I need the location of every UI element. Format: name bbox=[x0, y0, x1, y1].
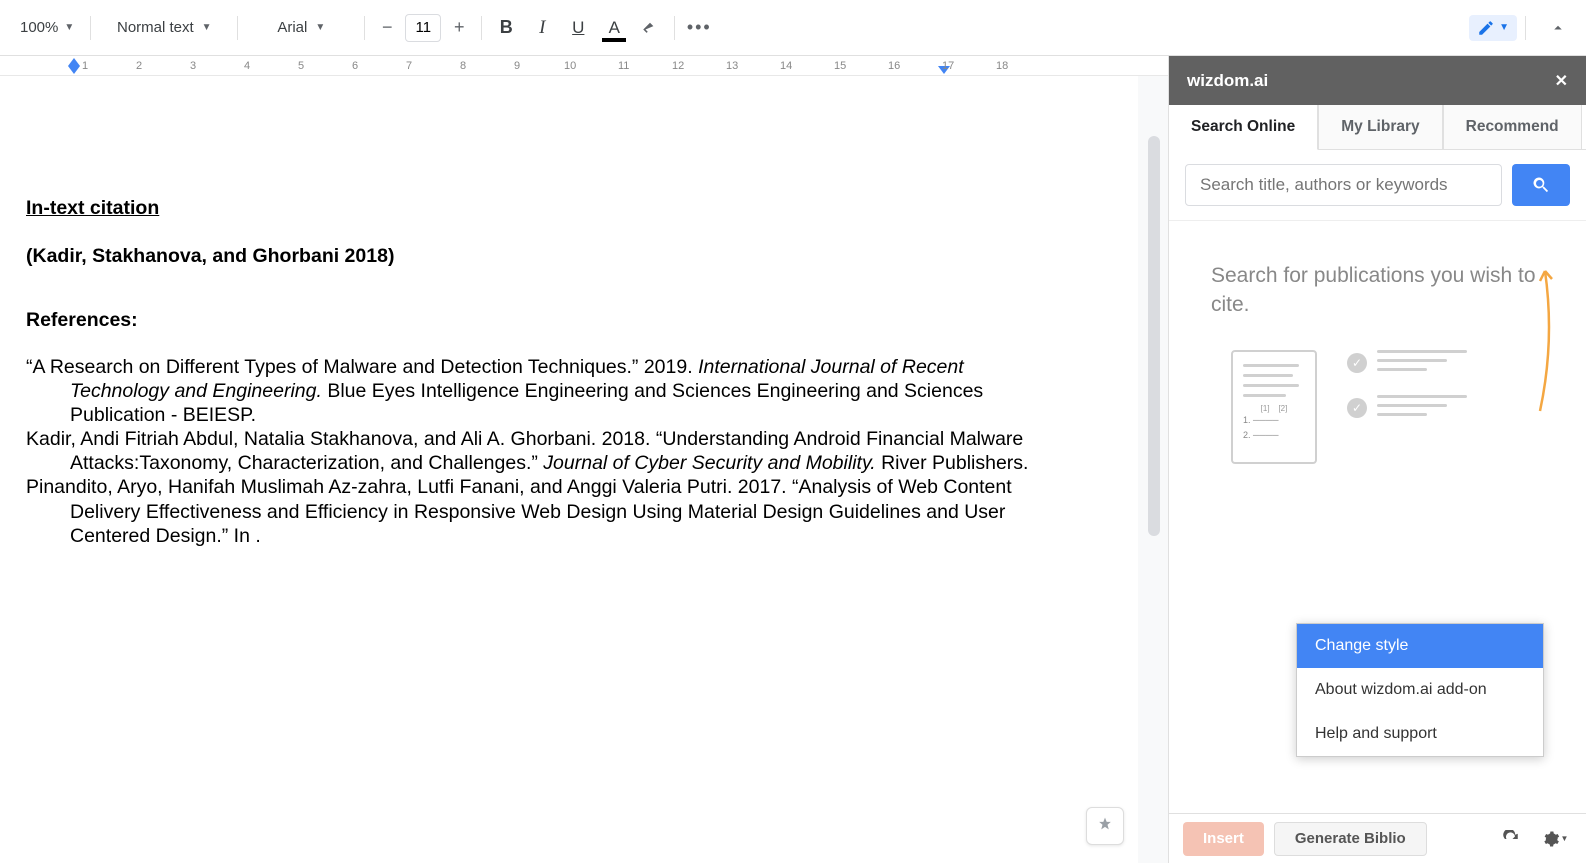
chevron-up-icon bbox=[1549, 19, 1567, 37]
font-value: Arial bbox=[277, 19, 307, 36]
font-dropdown[interactable]: Arial ▼ bbox=[246, 12, 356, 44]
hint-text: Search for publications you wish to cite… bbox=[1211, 261, 1556, 320]
explore-button[interactable] bbox=[1086, 807, 1124, 845]
ruler-num: 11 bbox=[618, 60, 629, 72]
search-icon bbox=[1531, 175, 1551, 195]
settings-button[interactable]: ▼ bbox=[1538, 822, 1572, 856]
highlighter-icon bbox=[641, 19, 659, 37]
scrollbar-thumb[interactable] bbox=[1148, 136, 1160, 536]
menu-about[interactable]: About wizdom.ai add-on bbox=[1297, 668, 1543, 712]
illust-document: [1] [2] 1. ──── 2. ──── bbox=[1231, 350, 1317, 464]
tab-recommend[interactable]: Recommend bbox=[1443, 105, 1582, 149]
ruler-num: 10 bbox=[564, 60, 576, 72]
gear-icon bbox=[1542, 830, 1560, 848]
search-button[interactable] bbox=[1512, 164, 1570, 206]
insert-button[interactable]: Insert bbox=[1183, 822, 1264, 856]
document-area: 1 2 3 4 5 6 7 8 9 10 11 12 13 14 15 16 1… bbox=[0, 56, 1168, 863]
font-size-input[interactable] bbox=[405, 14, 441, 42]
ruler-num: 3 bbox=[190, 60, 196, 72]
sidebar-body: Search for publications you wish to cite… bbox=[1169, 221, 1586, 813]
ruler-num: 4 bbox=[244, 60, 250, 72]
divider bbox=[364, 16, 365, 40]
star-icon bbox=[1095, 816, 1115, 836]
font-size-stepper: − + bbox=[373, 14, 473, 42]
ruler-num: 5 bbox=[298, 60, 304, 72]
sidebar-tabs: Search Online My Library Recommend bbox=[1169, 105, 1586, 150]
divider bbox=[674, 16, 675, 40]
heading-intext: In-text citation bbox=[26, 196, 1048, 220]
chevron-down-icon: ▼ bbox=[1499, 22, 1509, 33]
ruler[interactable]: 1 2 3 4 5 6 7 8 9 10 11 12 13 14 15 16 1… bbox=[0, 56, 1168, 76]
underline-button[interactable]: U bbox=[562, 12, 594, 44]
search-input[interactable] bbox=[1185, 164, 1502, 206]
arrow-icon bbox=[1520, 261, 1560, 421]
pencil-icon bbox=[1477, 19, 1495, 37]
refresh-icon bbox=[1502, 830, 1520, 848]
ruler-num: 13 bbox=[726, 60, 738, 72]
bold-button[interactable]: B bbox=[490, 12, 522, 44]
more-options-button[interactable]: ••• bbox=[683, 12, 715, 44]
main-area: 1 2 3 4 5 6 7 8 9 10 11 12 13 14 15 16 1… bbox=[0, 56, 1586, 863]
style-value: Normal text bbox=[117, 19, 194, 36]
divider bbox=[481, 16, 482, 40]
font-size-decrease[interactable]: − bbox=[373, 14, 401, 42]
ruler-num: 2 bbox=[136, 60, 142, 72]
reference-2: Kadir, Andi Fitriah Abdul, Natalia Stakh… bbox=[26, 427, 1048, 475]
ruler-num: 8 bbox=[460, 60, 466, 72]
collapse-sidebar-button[interactable] bbox=[1542, 12, 1574, 44]
check-icon: ✓ bbox=[1347, 398, 1367, 418]
menu-help[interactable]: Help and support bbox=[1297, 712, 1543, 756]
settings-menu: Change style About wizdom.ai add-on Help… bbox=[1296, 623, 1544, 757]
sidebar-footer: Insert Generate Biblio ▼ bbox=[1169, 813, 1586, 863]
editing-mode-button[interactable]: ▼ bbox=[1469, 15, 1517, 41]
ruler-num: 14 bbox=[780, 60, 792, 72]
intext-citation: (Kadir, Stakhanova, and Ghorbani 2018) bbox=[26, 244, 1048, 268]
ruler-num: 6 bbox=[352, 60, 358, 72]
indent-marker-left-bottom[interactable] bbox=[68, 66, 80, 74]
chevron-down-icon: ▼ bbox=[202, 22, 212, 33]
sidebar-title: wizdom.ai bbox=[1187, 71, 1268, 91]
reference-3: Pinandito, Aryo, Hanifah Muslimah Az-zah… bbox=[26, 475, 1048, 548]
generate-biblio-button[interactable]: Generate Biblio bbox=[1274, 822, 1427, 856]
chevron-down-icon: ▼ bbox=[64, 22, 74, 33]
toolbar: 100% ▼ Normal text ▼ Arial ▼ − + B I U A… bbox=[0, 0, 1586, 56]
close-sidebar-button[interactable]: ✕ bbox=[1555, 71, 1568, 91]
text-color-button[interactable]: A bbox=[598, 12, 630, 44]
paragraph-style-dropdown[interactable]: Normal text ▼ bbox=[99, 12, 229, 44]
divider bbox=[90, 16, 91, 40]
zoom-dropdown[interactable]: 100% ▼ bbox=[12, 12, 82, 44]
ruler-num: 17 bbox=[942, 60, 954, 72]
ruler-num: 1 bbox=[82, 60, 88, 72]
tab-search-online[interactable]: Search Online bbox=[1169, 105, 1318, 150]
font-size-increase[interactable]: + bbox=[445, 14, 473, 42]
page-content: In-text citation (Kadir, Stakhanova, and… bbox=[26, 196, 1048, 548]
heading-references: References: bbox=[26, 308, 1048, 332]
menu-change-style[interactable]: Change style bbox=[1297, 624, 1543, 668]
search-row bbox=[1169, 150, 1586, 221]
illustration: [1] [2] 1. ──── 2. ──── ✓ ✓ bbox=[1231, 350, 1556, 464]
ruler-num: 9 bbox=[514, 60, 520, 72]
check-icon: ✓ bbox=[1347, 353, 1367, 373]
italic-button[interactable]: I bbox=[526, 12, 558, 44]
reference-1: “A Research on Different Types of Malwar… bbox=[26, 355, 1048, 428]
divider bbox=[237, 16, 238, 40]
refresh-button[interactable] bbox=[1494, 822, 1528, 856]
ruler-num: 18 bbox=[996, 60, 1008, 72]
ruler-num: 7 bbox=[406, 60, 412, 72]
vertical-scrollbar[interactable] bbox=[1148, 136, 1160, 836]
ruler-num: 12 bbox=[672, 60, 684, 72]
sidebar-header: wizdom.ai ✕ bbox=[1169, 56, 1586, 105]
highlight-button[interactable] bbox=[634, 12, 666, 44]
ruler-num: 15 bbox=[834, 60, 846, 72]
divider bbox=[1525, 16, 1526, 40]
chevron-down-icon: ▼ bbox=[315, 22, 325, 33]
document-page[interactable]: In-text citation (Kadir, Stakhanova, and… bbox=[0, 76, 1138, 863]
zoom-value: 100% bbox=[20, 19, 58, 36]
wizdom-sidebar: wizdom.ai ✕ Search Online My Library Rec… bbox=[1168, 56, 1586, 863]
tab-my-library[interactable]: My Library bbox=[1318, 105, 1442, 149]
ruler-num: 16 bbox=[888, 60, 900, 72]
illust-citations: ✓ ✓ bbox=[1347, 350, 1467, 422]
indent-marker-left[interactable] bbox=[68, 58, 80, 66]
